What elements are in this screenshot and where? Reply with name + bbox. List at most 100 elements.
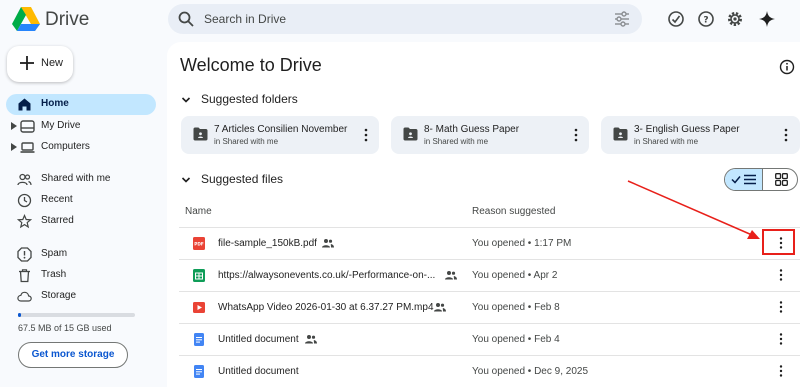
- drive-logo-icon[interactable]: [12, 6, 40, 32]
- sidebar-item-label: Home: [41, 98, 69, 109]
- more-actions-icon[interactable]: [777, 332, 785, 346]
- google-docs-icon: [194, 365, 204, 378]
- my-drive-icon: [20, 120, 35, 133]
- sidebar-item-shared-with-me[interactable]: Shared with me: [6, 169, 156, 190]
- check-list-icon: [731, 174, 756, 185]
- more-actions-icon[interactable]: [777, 268, 785, 282]
- cloud-icon: [17, 291, 32, 302]
- google-sheets-icon: [193, 269, 205, 282]
- list-view-button[interactable]: [725, 169, 763, 190]
- folder-name: 7 Articles Consilien November: [214, 124, 348, 135]
- more-actions-icon[interactable]: [777, 364, 785, 378]
- more-actions-icon[interactable]: [362, 127, 370, 143]
- folder-location: in Shared with me: [424, 137, 489, 146]
- search-icon[interactable]: [177, 10, 195, 28]
- spam-icon: [17, 247, 32, 262]
- reason-suggested: You opened • Feb 8: [472, 302, 560, 313]
- sidebar-item-my-drive[interactable]: My Drive: [6, 116, 156, 137]
- folder-location: in Shared with me: [634, 137, 699, 146]
- grid-view-button[interactable]: [763, 169, 797, 190]
- reason-suggested: You opened • 1:17 PM: [472, 238, 572, 249]
- file-name: WhatsApp Video 2026-01-30 at 6.37.27 PM.…: [218, 302, 434, 313]
- shared-folder-icon: [613, 127, 628, 141]
- sidebar-item-label: My Drive: [41, 120, 81, 131]
- table-row[interactable]: PDF file-sample_150kB.pdf You opened • 1…: [179, 228, 800, 259]
- help-icon[interactable]: ?: [697, 10, 715, 28]
- trash-icon: [19, 269, 30, 283]
- star-icon: [17, 214, 32, 229]
- plus-icon: [20, 56, 34, 70]
- shared-people-icon: [445, 271, 457, 280]
- reason-suggested: You opened • Apr 2: [472, 270, 558, 281]
- people-icon: [17, 173, 32, 186]
- column-header-name[interactable]: Name: [185, 206, 212, 217]
- get-more-storage-button[interactable]: Get more storage: [18, 342, 128, 368]
- page-title: Welcome to Drive: [180, 55, 322, 75]
- file-name: Untitled document: [218, 334, 299, 345]
- get-more-storage-label: Get more storage: [31, 349, 115, 360]
- expand-arrow-icon[interactable]: [11, 143, 17, 151]
- offline-status-icon[interactable]: [667, 10, 685, 28]
- shared-people-icon: [305, 335, 317, 344]
- table-row[interactable]: Untitled document You opened • Feb 4: [179, 324, 800, 355]
- search-bar[interactable]: Search in Drive: [168, 4, 642, 34]
- more-actions-icon[interactable]: [782, 127, 790, 143]
- storage-usage-text: 67.5 MB of 15 GB used: [18, 323, 112, 333]
- google-docs-icon: [194, 333, 204, 346]
- storage-usage-fill: [18, 313, 21, 317]
- search-input[interactable]: Search in Drive: [204, 12, 286, 26]
- view-toggle[interactable]: [724, 168, 798, 191]
- sidebar-item-label: Recent: [41, 194, 73, 205]
- sidebar-item-label: Computers: [41, 141, 90, 152]
- table-row[interactable]: Untitled document You opened • Dec 9, 20…: [179, 356, 800, 387]
- computer-icon: [20, 142, 35, 153]
- svg-text:PDF: PDF: [194, 242, 204, 247]
- grid-icon: [775, 173, 788, 186]
- sidebar-item-computers[interactable]: Computers: [6, 137, 156, 158]
- file-name: file-sample_150kB.pdf: [218, 238, 317, 249]
- search-options-icon[interactable]: [614, 11, 630, 27]
- shared-folder-icon: [403, 127, 418, 141]
- top-bar: Drive Search in Drive ?: [0, 0, 800, 40]
- gemini-sparkle-icon[interactable]: [758, 10, 776, 28]
- shared-folder-icon: [193, 127, 208, 141]
- expand-arrow-icon[interactable]: [11, 122, 17, 130]
- folder-card[interactable]: 8- Math Guess Paper in Shared with me: [391, 116, 589, 154]
- video-file-icon: [193, 302, 205, 313]
- column-header-reason: Reason suggested: [472, 206, 556, 217]
- sidebar-item-spam[interactable]: Spam: [6, 244, 156, 265]
- storage-usage-bar: [18, 313, 135, 317]
- chevron-down-icon: [181, 97, 191, 103]
- svg-text:?: ?: [703, 16, 708, 26]
- sidebar-item-home[interactable]: Home: [6, 94, 156, 115]
- folder-name: 8- Math Guess Paper: [424, 124, 520, 135]
- pdf-file-icon: PDF: [193, 237, 205, 250]
- clock-icon: [17, 193, 32, 208]
- shared-people-icon: [434, 303, 446, 312]
- chevron-down-icon: [181, 177, 191, 183]
- sidebar-item-label: Trash: [41, 269, 67, 280]
- table-row[interactable]: WhatsApp Video 2026-01-30 at 6.37.27 PM.…: [179, 292, 800, 323]
- shared-people-icon: [322, 239, 334, 248]
- sidebar-item-storage[interactable]: Storage: [6, 286, 156, 307]
- folder-card[interactable]: 3- English Guess Paper in Shared with me: [601, 116, 800, 154]
- folder-location: in Shared with me: [214, 137, 279, 146]
- sidebar-item-trash[interactable]: Trash: [6, 265, 156, 286]
- suggested-files-header[interactable]: Suggested files: [181, 171, 311, 189]
- folder-card[interactable]: 7 Articles Consilien November in Shared …: [181, 116, 379, 154]
- reason-suggested: You opened • Dec 9, 2025: [472, 366, 589, 377]
- home-icon: [18, 98, 31, 111]
- settings-gear-icon[interactable]: [726, 10, 744, 28]
- annotation-highlight-box: [762, 229, 795, 255]
- sidebar-item-starred[interactable]: Starred: [6, 211, 156, 232]
- app-title[interactable]: Drive: [45, 9, 89, 31]
- more-actions-icon[interactable]: [572, 127, 580, 143]
- sidebar-item-recent[interactable]: Recent: [6, 190, 156, 211]
- new-button[interactable]: New: [7, 46, 73, 82]
- sidebar-item-label: Spam: [41, 248, 68, 259]
- info-icon[interactable]: [779, 59, 795, 75]
- suggested-folders-header[interactable]: Suggested folders: [181, 91, 321, 109]
- more-actions-icon[interactable]: [777, 300, 785, 314]
- table-row[interactable]: https://alwaysonevents.co.uk/-Performanc…: [179, 260, 800, 291]
- reason-suggested: You opened • Feb 4: [472, 334, 560, 345]
